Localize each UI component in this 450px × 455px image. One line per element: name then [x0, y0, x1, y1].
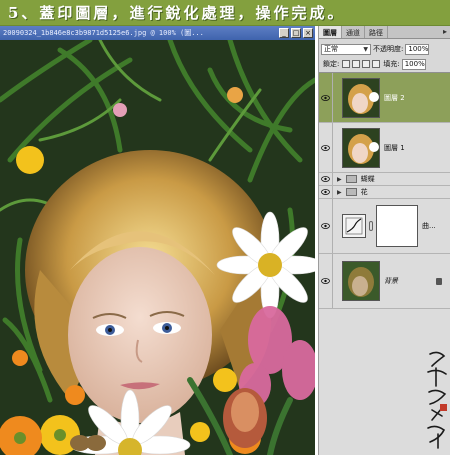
tutorial-banner: 5、蓋印圖層，進行銳化處理，操作完成。: [0, 0, 450, 26]
opacity-label: 不透明度:: [373, 45, 404, 53]
tab-paths[interactable]: 路徑: [365, 26, 388, 38]
layer-group-butterfly[interactable]: ▶ 蝴蝶: [319, 173, 450, 186]
tab-channels[interactable]: 通道: [342, 26, 365, 38]
tab-layers[interactable]: 圖層: [319, 26, 342, 38]
layer-name: 圖層 2: [384, 93, 405, 102]
layer-thumbnail: [342, 77, 380, 118]
panel-tabs: 圖層 通道 路徑 ▸: [319, 26, 450, 39]
layer-name: 背景: [384, 277, 398, 285]
layer-thumbnail: [342, 261, 380, 301]
fill-label: 填充:: [383, 60, 400, 68]
layer-row-1[interactable]: 圖層 1: [319, 123, 450, 173]
eye-icon[interactable]: [319, 73, 333, 122]
blend-row: 正常 ▼ 不透明度: 100%: [319, 41, 450, 57]
portrait-artwork: [0, 40, 315, 455]
document-window: 20090324_1b846e8c3b9871d5125e6.jpg @ 100…: [0, 26, 315, 455]
opacity-input[interactable]: 100%: [405, 43, 430, 55]
eye-icon[interactable]: [319, 199, 333, 253]
layer-group-flower[interactable]: ▶ 花: [319, 186, 450, 199]
image-canvas[interactable]: [0, 40, 315, 455]
layer-mask-thumbnail[interactable]: [376, 205, 418, 247]
panel-menu-icon[interactable]: ▸: [440, 26, 450, 38]
folder-icon: [345, 188, 357, 196]
minimize-button[interactable]: _: [279, 28, 289, 38]
folder-icon: [345, 175, 357, 183]
layer-name: 圖層 1: [384, 143, 405, 152]
signature-watermark: [427, 351, 447, 449]
group-name: 蝴蝶: [360, 175, 375, 183]
blend-mode-select[interactable]: 正常 ▼: [321, 43, 371, 55]
maximize-button[interactable]: □: [291, 28, 301, 38]
curves-icon: [342, 214, 366, 238]
eye-icon[interactable]: [319, 254, 333, 308]
eye-icon[interactable]: [319, 123, 333, 172]
eye-icon[interactable]: [319, 173, 333, 185]
lock-icon: [436, 277, 442, 285]
expand-triangle-icon[interactable]: ▶: [337, 189, 342, 196]
screenshot-root: { "banner": {"text": "5、蓋印圖層，進行銳化處理，操作完成…: [0, 0, 450, 455]
lock-paint-icon[interactable]: [352, 60, 361, 68]
eye-icon[interactable]: [319, 186, 333, 198]
layer-row-background[interactable]: 背景: [319, 254, 450, 309]
fill-input[interactable]: 100%: [401, 58, 426, 70]
document-title: 20090324_1b846e8c3b9871d5125e6.jpg @ 100…: [3, 29, 204, 37]
lock-all-icon[interactable]: [372, 60, 381, 68]
blend-mode-value: 正常: [324, 44, 338, 53]
layer-row-curves[interactable]: 曲...: [319, 199, 450, 254]
close-button[interactable]: ×: [303, 28, 313, 38]
layer-name: 曲...: [422, 222, 436, 230]
lock-label: 鎖定:: [323, 60, 340, 68]
document-title-bar[interactable]: 20090324_1b846e8c3b9871d5125e6.jpg @ 100…: [0, 26, 315, 40]
banner-text: 5、蓋印圖層，進行銳化處理，操作完成。: [8, 4, 346, 22]
chevron-down-icon: ▼: [363, 45, 368, 53]
layer-thumbnail: [342, 127, 380, 168]
layer-row-2[interactable]: 圖層 2: [319, 73, 450, 123]
chain-icon[interactable]: [369, 221, 373, 231]
lock-move-icon[interactable]: [362, 60, 371, 68]
expand-triangle-icon[interactable]: ▶: [337, 176, 342, 183]
group-name: 花: [360, 188, 368, 196]
lock-transparent-icon[interactable]: [342, 60, 351, 68]
lock-row: 鎖定: 填充: 100%: [319, 57, 450, 71]
